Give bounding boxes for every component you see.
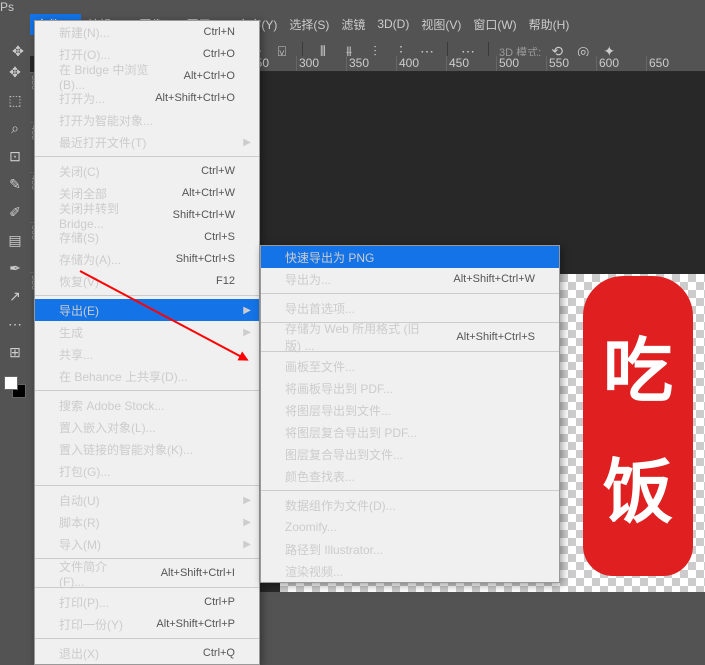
marquee-tool-icon[interactable]: ⬚: [3, 88, 27, 112]
menu-9[interactable]: 窗口(W): [467, 14, 522, 35]
path-tool-icon[interactable]: ↗: [3, 284, 27, 308]
color-swatch[interactable]: [4, 376, 26, 398]
menu-item[interactable]: 渲染视频...: [261, 560, 559, 582]
menu-item: 画板至文件...: [261, 355, 559, 377]
char-1: 吃: [603, 315, 673, 416]
menu-item[interactable]: 打开为...Alt+Shift+Ctrl+O: [35, 87, 259, 109]
menu-item[interactable]: 搜索 Adobe Stock...: [35, 394, 259, 416]
menu-item[interactable]: 导出(E)▶: [35, 299, 259, 321]
brush-tool-icon[interactable]: ✐: [3, 200, 27, 224]
edit-toolbar-icon[interactable]: ⊞: [3, 340, 27, 364]
menu-item[interactable]: 脚本(R)▶: [35, 511, 259, 533]
eyedropper-tool-icon[interactable]: ✎: [3, 172, 27, 196]
char-2: 饭: [603, 436, 673, 537]
menu-item[interactable]: 打印一份(Y)Alt+Shift+Ctrl+P: [35, 613, 259, 635]
menu-item: 图层复合导出到文件...: [261, 443, 559, 465]
menu-item[interactable]: 生成▶: [35, 321, 259, 343]
menu-5[interactable]: 选择(S): [283, 14, 335, 35]
menu-item[interactable]: 恢复(V)F12: [35, 270, 259, 292]
file-menu: 新建(N)...Ctrl+N打开(O)...Ctrl+O在 Bridge 中浏览…: [34, 20, 260, 665]
export-submenu: 快速导出为 PNG导出为...Alt+Shift+Ctrl+W 导出首选项... 存…: [260, 245, 560, 583]
gradient-tool-icon[interactable]: ▤: [3, 228, 27, 252]
menu-item[interactable]: 退出(X)Ctrl+Q: [35, 642, 259, 664]
menu-item[interactable]: 将图层导出到文件...: [261, 399, 559, 421]
menu-item[interactable]: 新建(N)...Ctrl+N: [35, 21, 259, 43]
menu-item[interactable]: 在 Bridge 中浏览(B)...Alt+Ctrl+O: [35, 65, 259, 87]
menu-6[interactable]: 滤镜: [335, 14, 371, 35]
menu-item[interactable]: 路径到 Illustrator...: [261, 538, 559, 560]
more-icon[interactable]: ⋯: [3, 312, 27, 336]
menu-item[interactable]: 置入链接的智能对象(K)...: [35, 438, 259, 460]
menu-item[interactable]: 最近打开文件(T)▶: [35, 131, 259, 153]
menu-item[interactable]: 自动(U)▶: [35, 489, 259, 511]
menu-item[interactable]: 打印(P)...Ctrl+P: [35, 591, 259, 613]
menu-8[interactable]: 视图(V): [415, 14, 467, 35]
menu-item[interactable]: 导入(M)▶: [35, 533, 259, 555]
menu-item[interactable]: 文件简介(F)...Alt+Shift+Ctrl+I: [35, 562, 259, 584]
menu-item: 将画板导出到 PDF...: [261, 377, 559, 399]
tools-panel: ✥ ⬚ ⌕ ⊡ ✎ ✐ ▤ ✒ ↗ ⋯ ⊞: [0, 56, 30, 398]
lasso-tool-icon[interactable]: ⌕: [3, 116, 27, 140]
menu-item[interactable]: 存储为 Web 所用格式 (旧版) ...Alt+Shift+Ctrl+S: [261, 326, 559, 348]
app-icon: Ps: [0, 0, 705, 14]
crop-tool-icon[interactable]: ⊡: [3, 144, 27, 168]
menu-7[interactable]: 3D(D): [371, 15, 415, 33]
menu-item[interactable]: 关闭并转到 Bridge...Shift+Ctrl+W: [35, 204, 259, 226]
menu-item[interactable]: 打开为智能对象...: [35, 109, 259, 131]
menu-item[interactable]: 导出为...Alt+Shift+Ctrl+W: [261, 268, 559, 290]
menu-item[interactable]: 在 Behance 上共享(D)...: [35, 365, 259, 387]
menu-item[interactable]: 存储(S)Ctrl+S: [35, 226, 259, 248]
menu-item[interactable]: 快速导出为 PNG: [261, 246, 559, 268]
menu-item[interactable]: 存储为(A)...Shift+Ctrl+S: [35, 248, 259, 270]
menu-item[interactable]: 颜色查找表...: [261, 465, 559, 487]
menu-item[interactable]: Zoomify...: [261, 516, 559, 538]
menu-10[interactable]: 帮助(H): [523, 14, 576, 35]
menu-item[interactable]: 导出首选项...: [261, 297, 559, 319]
menu-item[interactable]: 置入嵌入对象(L)...: [35, 416, 259, 438]
menu-item: 将图层复合导出到 PDF...: [261, 421, 559, 443]
menu-item: 数据组作为文件(D)...: [261, 494, 559, 516]
canvas-artwork: 吃 饭: [583, 276, 693, 576]
menu-item: 打包(G)...: [35, 460, 259, 482]
move-tool-icon[interactable]: ✥: [3, 60, 27, 84]
pen-tool-icon[interactable]: ✒: [3, 256, 27, 280]
menu-item[interactable]: 关闭(C)Ctrl+W: [35, 160, 259, 182]
